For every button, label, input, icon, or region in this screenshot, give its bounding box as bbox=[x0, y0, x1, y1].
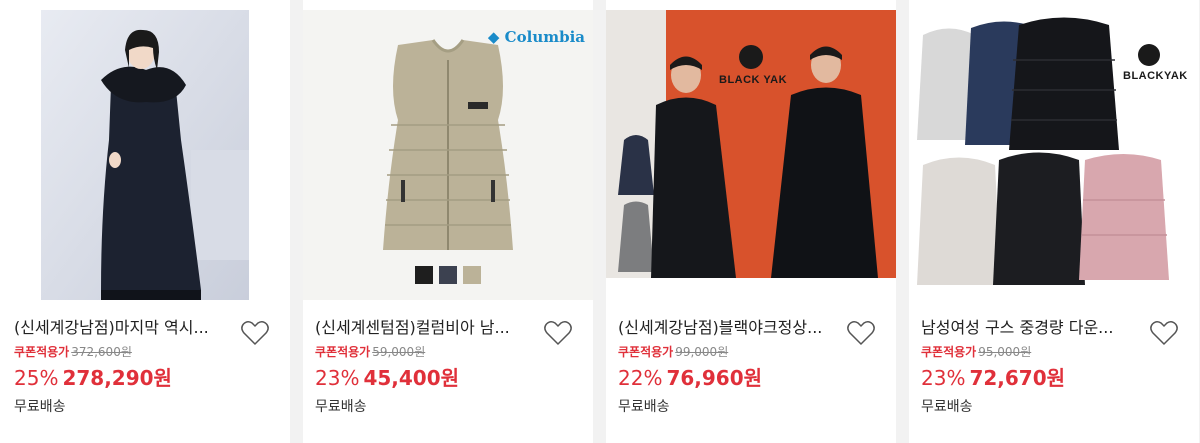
coupon-label: 쿠폰적용가 bbox=[14, 345, 70, 359]
sale-price: 45,400원 bbox=[363, 366, 460, 390]
product-title[interactable]: 남성여성 구스 중경량 다운... bbox=[921, 314, 1141, 338]
product-card[interactable]: (신세계강남점)마지막 역시... 쿠폰적용가 372,600원 25% 278,2… bbox=[0, 0, 290, 443]
sale-price-row: 23% 45,400원 bbox=[315, 362, 459, 391]
product-title[interactable]: (신세계센텀점)컬럼비아 남... bbox=[315, 314, 535, 338]
shipping-info: 무료배송 bbox=[921, 399, 973, 415]
discount-rate: 25% bbox=[14, 366, 59, 390]
heart-icon[interactable] bbox=[240, 318, 270, 348]
product-card[interactable]: BLACKYAK 남성여성 구스 중경량 다운... 쿠폰적용가 95,000원 … bbox=[909, 0, 1199, 443]
product-image[interactable]: BLACKYAK bbox=[909, 10, 1199, 288]
columbia-diamond-icon: ◆ bbox=[487, 28, 500, 46]
product-image[interactable] bbox=[41, 10, 249, 300]
discount-rate: 22% bbox=[618, 366, 663, 390]
coupon-label: 쿠폰적용가 bbox=[921, 345, 977, 359]
discount-rate: 23% bbox=[921, 366, 966, 390]
shipping-info: 무료배송 bbox=[315, 399, 367, 415]
blackyak-logo: BLACK YAK bbox=[719, 74, 788, 86]
original-price: 99,000원 bbox=[675, 345, 729, 359]
product-card[interactable]: BLACK YAK (신세계강남점)블랙야크정상... 쿠폰적용가 99,000원… bbox=[606, 0, 896, 443]
coupon-label: 쿠폰적용가 bbox=[315, 345, 371, 359]
product-image[interactable]: ◆ Columbia bbox=[303, 10, 593, 300]
sale-price: 278,290원 bbox=[62, 366, 172, 390]
sale-price-row: 22% 76,960원 bbox=[618, 362, 762, 391]
product-grid: (신세계강남점)마지막 역시... 쿠폰적용가 372,600원 25% 278,2… bbox=[0, 0, 1200, 443]
product-card[interactable]: ◆ Columbia (신세계센텀점)컬럼비아 남... 쿠폰적용가 59,000… bbox=[303, 0, 593, 443]
heart-icon[interactable] bbox=[846, 318, 876, 348]
sale-price-row: 25% 278,290원 bbox=[14, 362, 172, 391]
product-image[interactable]: BLACK YAK bbox=[606, 10, 896, 278]
original-price: 95,000원 bbox=[978, 345, 1032, 359]
heart-icon[interactable] bbox=[1149, 318, 1179, 348]
coupon-price-row: 쿠폰적용가 372,600원 bbox=[14, 343, 132, 360]
product-title[interactable]: (신세계강남점)블랙야크정상... bbox=[618, 314, 838, 338]
original-price: 59,000원 bbox=[372, 345, 426, 359]
sale-price: 72,670원 bbox=[969, 366, 1066, 390]
sale-price: 76,960원 bbox=[666, 366, 763, 390]
blackyak-logo: BLACKYAK bbox=[1123, 70, 1188, 82]
coupon-label: 쿠폰적용가 bbox=[618, 345, 674, 359]
heart-icon[interactable] bbox=[543, 318, 573, 348]
discount-rate: 23% bbox=[315, 366, 360, 390]
coupon-price-row: 쿠폰적용가 59,000원 bbox=[315, 343, 425, 360]
coupon-price-row: 쿠폰적용가 95,000원 bbox=[921, 343, 1031, 360]
shipping-info: 무료배송 bbox=[618, 399, 670, 415]
original-price: 372,600원 bbox=[71, 345, 132, 359]
sale-price-row: 23% 72,670원 bbox=[921, 362, 1065, 391]
product-title[interactable]: (신세계강남점)마지막 역시... bbox=[14, 314, 234, 338]
shipping-info: 무료배송 bbox=[14, 399, 66, 415]
coupon-price-row: 쿠폰적용가 99,000원 bbox=[618, 343, 728, 360]
columbia-logo: ◆ Columbia bbox=[487, 28, 585, 46]
